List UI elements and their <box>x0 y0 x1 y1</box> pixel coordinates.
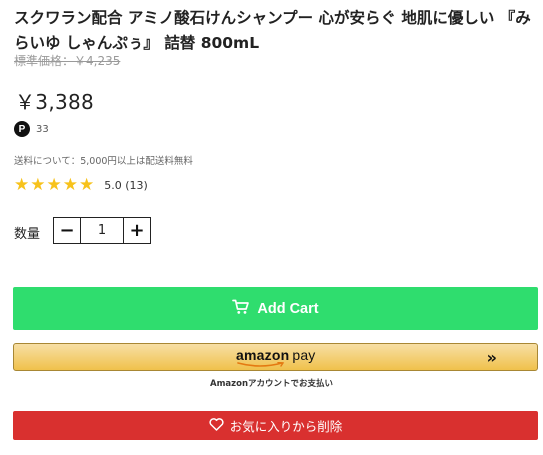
quantity-input[interactable]: 1 <box>81 218 123 243</box>
points-row: P 33 <box>14 121 49 137</box>
star-icon: ★ <box>79 175 95 195</box>
amazon-pay-text: pay <box>292 347 316 363</box>
star-icon: ★ <box>46 175 62 195</box>
star-icon: ★ <box>62 175 78 195</box>
quantity-stepper: − 1 + <box>53 217 151 244</box>
remove-favorite-label: お気に入りから削除 <box>229 419 343 434</box>
points-icon: P <box>14 121 30 137</box>
cart-icon <box>232 299 250 319</box>
amazon-pay-button[interactable]: amazon pay » <box>13 343 538 371</box>
star-icon: ★ <box>14 175 30 195</box>
amazon-pay-caption: Amazonアカウントでお支払い <box>209 379 333 389</box>
rating-text[interactable]: 5.0 (13) <box>104 179 148 192</box>
quantity-label: 数量 <box>14 227 41 242</box>
chevron-right-icon: » <box>486 348 497 367</box>
rating-row[interactable]: ★ ★ ★ ★ ★ 5.0 (13) <box>14 177 148 194</box>
shipping-note: 送料について：5,000円以上は配送料無料 <box>14 156 193 167</box>
points-value: 33 <box>36 123 49 135</box>
remove-favorite-button[interactable]: お気に入りから削除 <box>13 411 538 440</box>
add-cart-label: Add Cart <box>257 300 319 317</box>
sale-price: ￥3,388 <box>15 90 95 114</box>
quantity-minus-button[interactable]: − <box>54 218 81 243</box>
star-rating: ★ ★ ★ ★ ★ <box>14 177 94 194</box>
amazon-logo-text: amazon <box>236 347 290 363</box>
list-price: 標準価格：￥4,235 <box>14 54 121 68</box>
quantity-plus-button[interactable]: + <box>123 218 150 243</box>
heart-icon <box>209 417 224 434</box>
add-cart-button[interactable]: Add Cart <box>13 287 538 330</box>
product-title: スクワラン配合 アミノ酸石けんシャンプー 心が安らぐ 地肌に優しい 『みらいゆ … <box>14 9 531 52</box>
star-icon: ★ <box>30 175 46 195</box>
amazon-smile-icon <box>237 362 285 367</box>
amazon-pay-logo: amazon pay <box>236 347 316 363</box>
product-detail: スクワラン配合 アミノ酸石けんシャンプー 心が安らぐ 地肌に優しい 『みらいゆ … <box>0 0 543 455</box>
